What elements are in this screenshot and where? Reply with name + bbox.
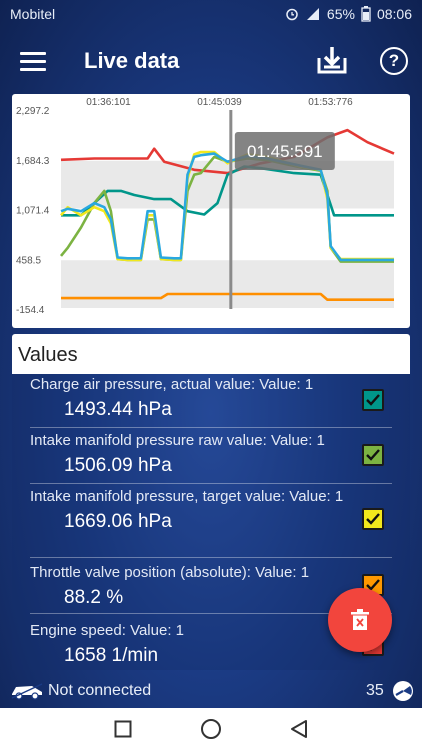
battery-level: 65% bbox=[326, 6, 355, 22]
menu-icon[interactable] bbox=[20, 52, 46, 72]
plot-band bbox=[61, 110, 394, 160]
y-tick-label: -154.4 bbox=[16, 305, 45, 316]
app-bar: Live data ? bbox=[0, 30, 422, 92]
plot-band bbox=[61, 259, 394, 309]
chart-svg: 2,297.2 1,684.3 1,071.4 458.5 -154.4 01:36:10… bbox=[16, 97, 395, 316]
value-item-intake-raw: Intake manifold pressure raw value: Valu… bbox=[30, 430, 392, 484]
delete-button[interactable] bbox=[328, 588, 392, 652]
item-value: 1669.06 hPa bbox=[64, 511, 172, 532]
recents-icon[interactable] bbox=[114, 720, 132, 738]
item-label: Intake manifold pressure raw value: Valu… bbox=[30, 432, 325, 449]
y-tick-label: 1,684.3 bbox=[16, 156, 50, 167]
series-checkbox[interactable] bbox=[362, 508, 384, 530]
item-value: 1506.09 hPa bbox=[64, 455, 172, 476]
status-icons: 65% 08:06 bbox=[285, 6, 412, 22]
alarm-icon bbox=[286, 8, 298, 21]
delete-icon bbox=[351, 609, 369, 630]
gauge-icon[interactable] bbox=[392, 680, 414, 702]
system-nav-bar bbox=[0, 708, 422, 750]
plot-band bbox=[61, 159, 394, 210]
series-checkbox[interactable] bbox=[362, 389, 384, 411]
signal-icon bbox=[306, 8, 319, 20]
page-title: Live data bbox=[84, 48, 180, 73]
y-tick-label: 2,297.2 bbox=[16, 106, 50, 117]
item-label: Intake manifold pressure, target value: … bbox=[30, 488, 344, 505]
home-icon[interactable] bbox=[200, 718, 222, 740]
check-icon bbox=[366, 394, 380, 406]
car-icon bbox=[11, 683, 43, 700]
value-item-charge-air: Charge air pressure, actual value: Value… bbox=[30, 376, 392, 428]
item-label: Throttle valve position (absolute): Valu… bbox=[30, 564, 310, 581]
check-icon bbox=[366, 513, 380, 525]
carrier-name: Mobitel bbox=[10, 6, 56, 22]
y-tick-label: 458.5 bbox=[16, 255, 41, 266]
x-tick-label: 01:45:039 bbox=[197, 97, 242, 108]
live-data-chart[interactable]: 2,297.2 1,684.3 1,071.4 458.5 -154.4 01:36:10… bbox=[12, 94, 410, 328]
y-tick-label: 1,071.4 bbox=[16, 206, 50, 217]
value-item-intake-target: Intake manifold pressure, target value: … bbox=[30, 486, 392, 558]
connection-status: Not connected bbox=[48, 682, 152, 699]
battery-icon bbox=[361, 6, 371, 22]
help-glyph: ? bbox=[388, 51, 400, 70]
check-icon bbox=[366, 449, 380, 461]
bottom-status: Not connected 35 bbox=[0, 676, 422, 706]
values-header: Values bbox=[12, 334, 410, 374]
x-tick-label: 01:36:101 bbox=[86, 97, 131, 108]
help-icon[interactable]: ? bbox=[380, 47, 408, 75]
status-bar: Mobitel 65% 08:06 bbox=[0, 0, 422, 28]
item-value: 1658 1/min bbox=[64, 645, 159, 666]
clock: 08:06 bbox=[376, 6, 412, 22]
item-value: 1493.44 hPa bbox=[64, 399, 172, 420]
series-checkbox[interactable] bbox=[362, 444, 384, 466]
crosshair-time-label: 01:45:591 bbox=[247, 142, 323, 161]
download-icon[interactable] bbox=[316, 44, 348, 76]
item-label: Charge air pressure, actual value: Value… bbox=[30, 376, 314, 393]
sample-count: 35 bbox=[366, 682, 384, 699]
back-icon[interactable] bbox=[290, 719, 308, 739]
x-tick-label: 01:53:776 bbox=[308, 97, 353, 108]
